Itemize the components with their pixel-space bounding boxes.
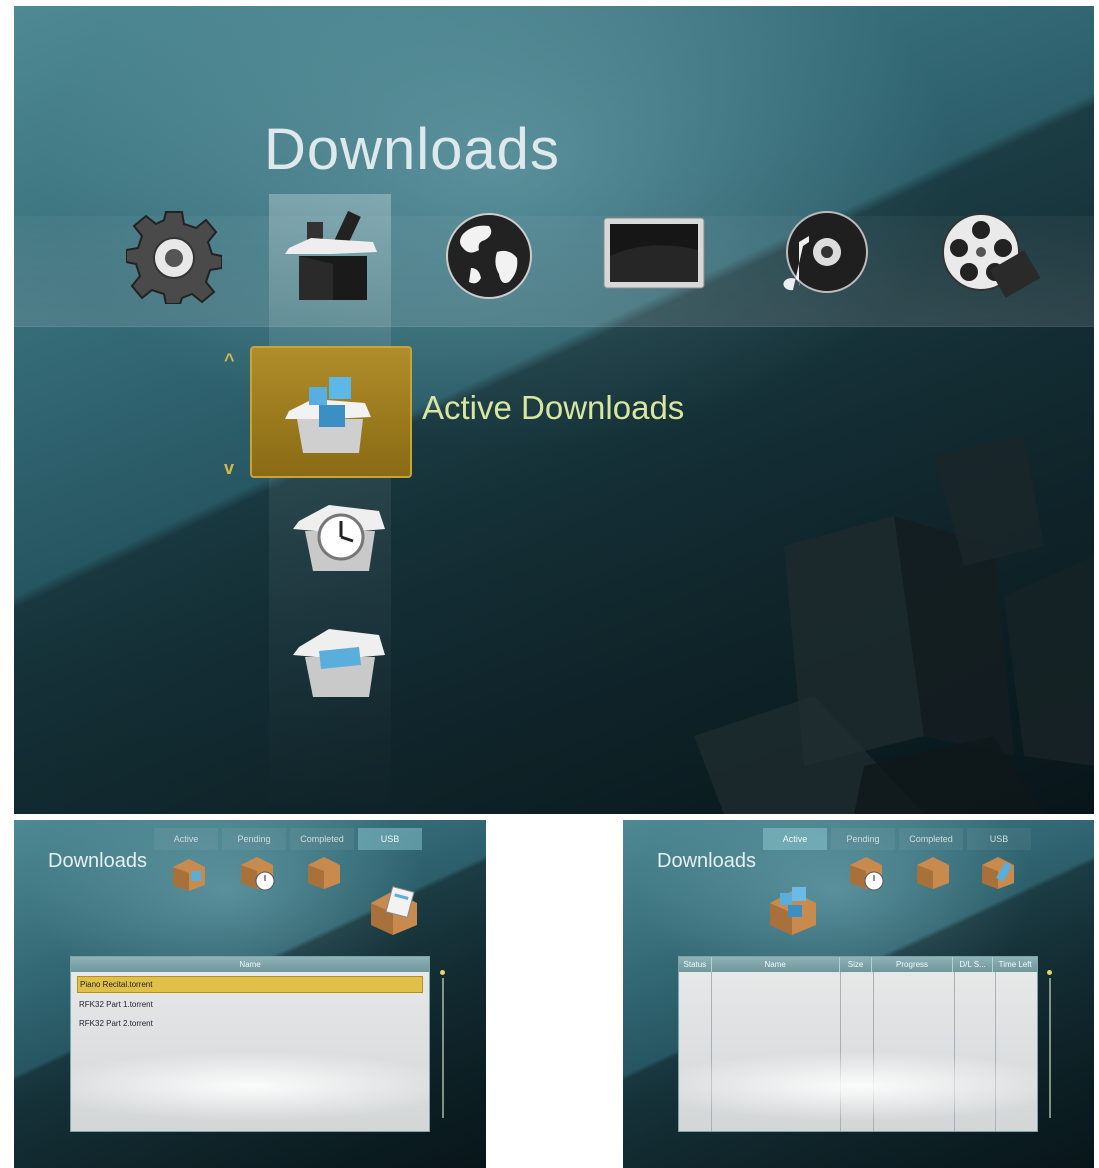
tab-pending[interactable]: Pending <box>831 828 895 850</box>
tv-screen-icon[interactable] <box>599 201 709 311</box>
scrollbar-thumb[interactable] <box>1047 970 1052 975</box>
column-divider <box>840 972 841 1131</box>
scrollbar-thumb[interactable] <box>440 970 445 975</box>
progress-column-header[interactable]: Progress <box>872 957 953 972</box>
tab-completed[interactable]: Completed <box>290 828 354 850</box>
torrent-file-list: Name Piano Recital.torrent RFK32 Part 1.… <box>70 956 430 1132</box>
list-item[interactable]: Piano Recital.torrent <box>77 976 423 993</box>
usb-downloads-screen: Downloads Active Pending Completed USB N… <box>14 820 486 1168</box>
music-disc-icon[interactable] <box>766 201 876 311</box>
usb-box-icon[interactable] <box>366 882 422 938</box>
downloads-box-icon[interactable] <box>276 201 386 311</box>
tab-usb[interactable]: USB <box>358 828 422 850</box>
tab-bar: Active Pending Completed USB <box>763 828 1031 850</box>
active-downloads-box-icon[interactable] <box>274 356 384 466</box>
status-column-header[interactable]: Status <box>679 957 712 972</box>
downloads-main-screen: Downloads ^ v Active Downloads <box>14 6 1094 814</box>
active-box-icon[interactable] <box>765 882 821 938</box>
name-column-header[interactable]: Name <box>712 957 840 972</box>
tab-usb[interactable]: USB <box>967 828 1031 850</box>
page-title: Downloads <box>48 850 147 872</box>
active-downloads-screen: Downloads Active Pending Completed USB S… <box>623 820 1094 1168</box>
column-divider <box>711 972 712 1131</box>
name-column-header[interactable]: Name <box>71 957 429 972</box>
table-header: Status Name Size Progress D/L S... Time … <box>679 957 1037 972</box>
scroll-down-arrow-icon[interactable]: v <box>224 458 234 479</box>
settings-gear-icon[interactable] <box>119 201 229 311</box>
tab-pending[interactable]: Pending <box>222 828 286 850</box>
column-divider <box>954 972 955 1131</box>
scrollbar-track[interactable] <box>442 978 444 1118</box>
film-reel-icon[interactable] <box>934 201 1044 311</box>
background-box-decoration <box>694 436 1094 814</box>
tab-active[interactable]: Active <box>154 828 218 850</box>
tab-bar: Active Pending Completed USB <box>154 828 422 850</box>
list-item[interactable]: RFK32 Part 2.torrent <box>77 1016 423 1031</box>
active-downloads-table: Status Name Size Progress D/L S... Time … <box>678 956 1038 1132</box>
completed-box-icon[interactable] <box>910 850 956 896</box>
page-title: Downloads <box>264 117 560 182</box>
scrollbar-track[interactable] <box>1049 978 1051 1118</box>
active-box-icon[interactable] <box>166 850 212 896</box>
list-item[interactable]: RFK32 Part 1.torrent <box>77 997 423 1012</box>
tab-active[interactable]: Active <box>763 828 827 850</box>
globe-icon[interactable] <box>434 201 544 311</box>
usb-box-icon[interactable] <box>975 850 1021 896</box>
size-column-header[interactable]: Size <box>840 957 873 972</box>
page-title: Downloads <box>657 850 756 872</box>
column-divider <box>873 972 874 1131</box>
tab-completed[interactable]: Completed <box>899 828 963 850</box>
pending-clock-box-icon[interactable] <box>284 476 394 586</box>
completed-box-icon[interactable] <box>301 850 347 896</box>
column-divider <box>995 972 996 1131</box>
pending-box-icon[interactable] <box>234 850 280 896</box>
scroll-up-arrow-icon[interactable]: ^ <box>224 350 235 371</box>
active-downloads-label: Active Downloads <box>422 389 685 426</box>
completed-box-icon[interactable] <box>284 602 394 712</box>
pending-box-icon[interactable] <box>843 850 889 896</box>
download-speed-column-header[interactable]: D/L S... <box>953 957 994 972</box>
time-left-column-header[interactable]: Time Left <box>993 957 1037 972</box>
